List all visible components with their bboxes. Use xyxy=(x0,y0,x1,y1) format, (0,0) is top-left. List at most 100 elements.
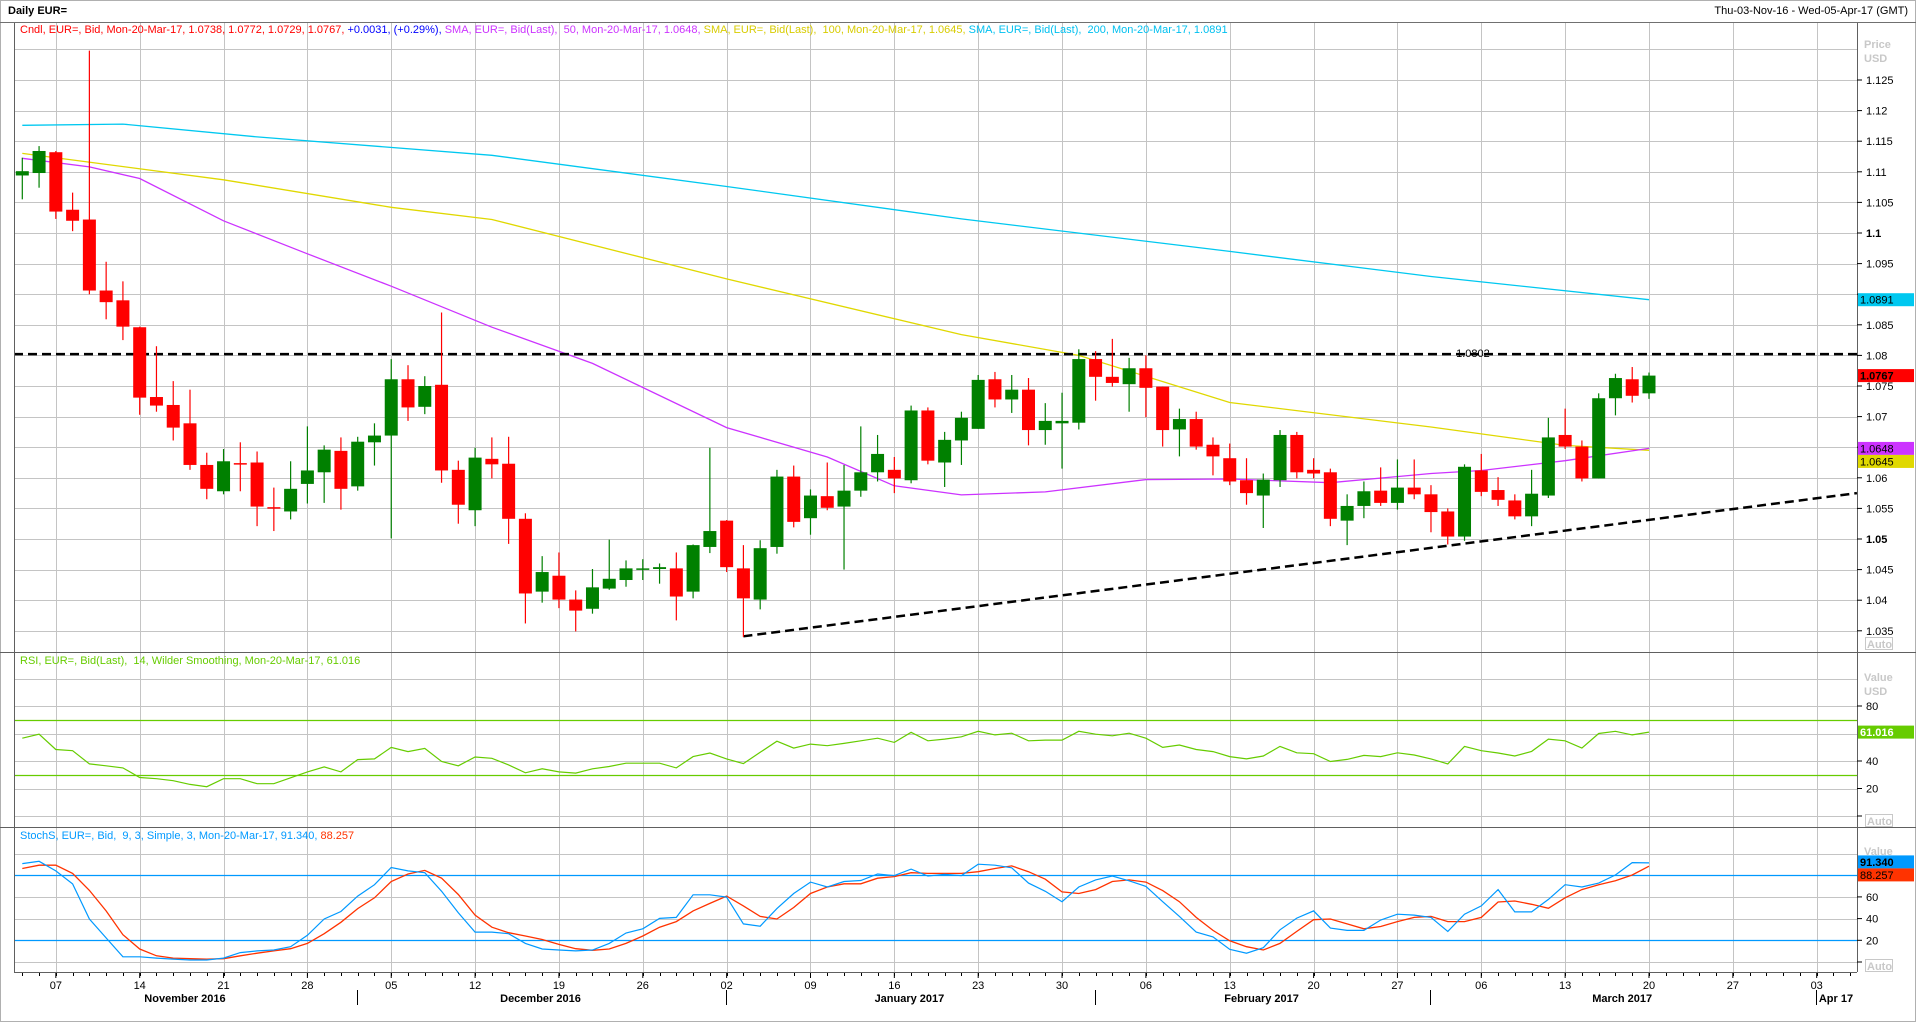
candle-body xyxy=(1424,494,1438,513)
stoch-auto-button[interactable]: Auto xyxy=(1865,959,1893,974)
candle-body xyxy=(686,545,700,592)
badge-sma200: 1.0891 xyxy=(1858,293,1914,307)
candle-body xyxy=(1390,487,1404,503)
x-week-label: 28 xyxy=(301,980,313,992)
candle xyxy=(1273,430,1287,487)
candle-body xyxy=(351,441,365,487)
x-week-label: 26 xyxy=(637,980,649,992)
candle xyxy=(904,405,918,484)
price-auto-label: Auto xyxy=(1867,639,1892,651)
candle-body xyxy=(988,379,1002,400)
stoch-auto-label: Auto xyxy=(1867,961,1892,973)
candle-body xyxy=(15,171,29,176)
candle-body xyxy=(334,450,348,489)
price-tick-label: 1.05 xyxy=(1866,534,1887,546)
x-week-label: 14 xyxy=(134,980,146,992)
x-week-label: 07 xyxy=(50,980,62,992)
price-tick-label: 1.04 xyxy=(1866,595,1887,607)
candle-body xyxy=(49,152,63,212)
x-week-label: 06 xyxy=(1475,980,1487,992)
candle-body xyxy=(1273,434,1287,481)
candle-body xyxy=(1458,466,1472,537)
badge-sma100: 1.0645 xyxy=(1858,454,1914,468)
price-tick-label: 1.085 xyxy=(1866,320,1894,332)
candle-body xyxy=(1139,368,1153,388)
price-tick-label: 1.06 xyxy=(1866,473,1887,485)
candle-body xyxy=(803,495,817,519)
candle-body xyxy=(1038,420,1052,431)
candle-body xyxy=(317,449,331,473)
legend-sma100: SMA, EUR=, Bid(Last), 100, Mon-20-Mar-17… xyxy=(703,24,969,36)
candle-body xyxy=(1323,472,1337,519)
x-week-label: 13 xyxy=(1224,980,1236,992)
candle-body xyxy=(854,472,868,491)
candle-body xyxy=(653,567,667,569)
candle-body xyxy=(585,587,599,609)
candle-body xyxy=(418,386,432,407)
candle-body xyxy=(183,423,197,465)
candle xyxy=(1592,393,1606,479)
candle-body xyxy=(871,453,885,473)
x-week-label: 27 xyxy=(1391,980,1403,992)
rsi-tick-label: 40 xyxy=(1866,756,1878,768)
candle-body xyxy=(1474,470,1488,492)
stoch-tick-label: 60 xyxy=(1866,892,1878,904)
candle-body xyxy=(384,379,398,436)
legend-stoch-d: 88.257 xyxy=(320,830,355,842)
candle-body xyxy=(753,548,767,600)
x-week-label: 12 xyxy=(469,980,481,992)
candle-body xyxy=(200,464,214,489)
candle-body xyxy=(1290,434,1304,473)
price-auto-button[interactable]: Auto xyxy=(1865,637,1893,652)
candle-body xyxy=(1223,458,1237,482)
stoch-legend: StochS, EUR=, Bid, 9, 3, Simple, 3, Mon-… xyxy=(20,830,354,842)
candle-body xyxy=(250,462,264,507)
x-week-label: 09 xyxy=(804,980,816,992)
candle-body xyxy=(32,150,46,174)
candle-body xyxy=(1374,490,1388,503)
candle xyxy=(720,520,734,573)
date-range: Thu-03-Nov-16 - Wed-05-Apr-17 (GMT) xyxy=(1714,5,1908,17)
candle-body xyxy=(1340,505,1354,521)
candle-body xyxy=(602,578,616,589)
x-week-label: 20 xyxy=(1643,980,1655,992)
candle-body xyxy=(1558,434,1572,447)
candle xyxy=(1290,431,1304,479)
candle xyxy=(971,374,985,429)
candle xyxy=(1575,440,1589,482)
candle-body xyxy=(1642,375,1656,394)
badge-sma50-text: 1.0648 xyxy=(1860,443,1894,455)
badge-stoch-k-text: 91.340 xyxy=(1860,857,1894,869)
candle-body xyxy=(921,410,935,461)
price-tick-label: 1.11 xyxy=(1866,167,1887,179)
candle-body xyxy=(887,469,901,479)
candle-body xyxy=(401,379,415,408)
candle-body xyxy=(166,404,180,428)
candle-body xyxy=(971,379,985,429)
x-week-label: 30 xyxy=(1056,980,1068,992)
price-tick-label: 1.095 xyxy=(1866,259,1894,271)
candle-body xyxy=(1592,398,1606,479)
candle-body xyxy=(451,469,465,505)
badge-sma100-text: 1.0645 xyxy=(1860,456,1894,468)
x-week-label: 27 xyxy=(1727,980,1739,992)
candle-body xyxy=(770,476,784,547)
rsi-legend: RSI, EUR=, Bid(Last), 14, Wilder Smoothi… xyxy=(20,655,361,667)
candle-body xyxy=(938,439,952,463)
candle-body xyxy=(518,518,532,594)
candle-body xyxy=(66,209,80,221)
candle-body xyxy=(116,300,130,327)
badge-rsi-text: 61.016 xyxy=(1860,727,1894,739)
legend-change: +0.0031, (+0.29%), xyxy=(347,24,445,36)
candle-body xyxy=(1256,479,1270,496)
candle-body xyxy=(837,490,851,507)
candle-body xyxy=(1089,359,1103,377)
candle-body xyxy=(1156,386,1170,431)
candle-body xyxy=(1307,469,1321,474)
month-label: December 2016 xyxy=(500,993,581,1005)
price-tick-label: 1.105 xyxy=(1866,197,1894,209)
month-label: Apr 17 xyxy=(1819,993,1853,1005)
rsi-auto-button[interactable]: Auto xyxy=(1865,814,1893,829)
candle-body xyxy=(954,417,968,441)
candle-body xyxy=(636,568,650,570)
